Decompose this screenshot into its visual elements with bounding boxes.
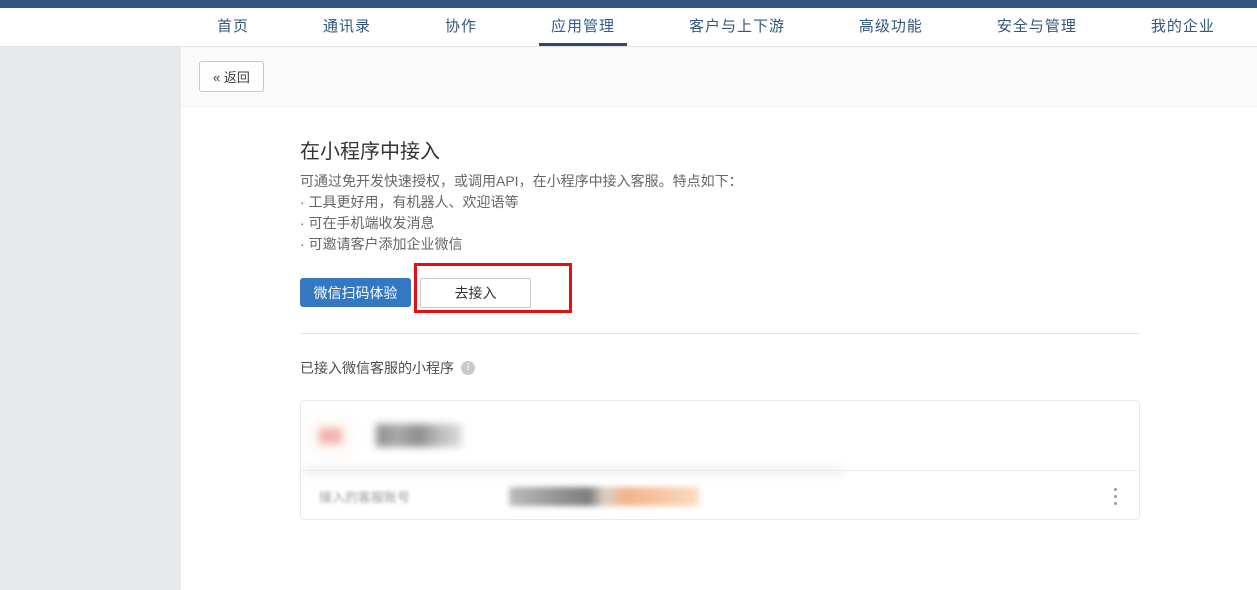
tab-collaboration[interactable]: 协作 (433, 8, 489, 46)
tab-label: 安全与管理 (997, 15, 1077, 36)
connected-account-row: 接入的客服账号 (301, 471, 1139, 520)
page-title: 在小程序中接入 (300, 139, 1140, 165)
back-button[interactable]: « 返回 (199, 61, 264, 92)
tab-my-enterprise[interactable]: 我的企业 (1139, 8, 1227, 46)
redacted-account-value (509, 487, 699, 506)
connected-miniprogram-card: 接入的客服账号 (300, 400, 1140, 520)
tab-label: 通讯录 (323, 15, 371, 36)
tab-contacts[interactable]: 通讯录 (311, 8, 383, 46)
tab-customers-supply-chain[interactable]: 客户与上下游 (677, 8, 797, 46)
go-connect-button[interactable]: 去接入 (420, 278, 531, 308)
connected-account-label: 接入的客服账号 (319, 487, 509, 506)
top-banner (0, 0, 1257, 8)
redacted-miniprogram-name (376, 424, 462, 447)
feature-bullet: · 工具更好用，有机器人、欢迎语等 (300, 192, 1140, 213)
main-content-area: « 返回 在小程序中接入 可通过免开发快速授权，或调用API，在小程序中接入客服… (181, 47, 1257, 590)
connected-section-header: 已接入微信客服的小程序 i (300, 358, 1140, 378)
tab-label: 应用管理 (551, 15, 615, 36)
page-description: 可通过免开发快速授权，或调用API，在小程序中接入客服。特点如下： (300, 171, 1140, 192)
info-icon[interactable]: i (461, 361, 475, 375)
tab-label: 高级功能 (859, 15, 923, 36)
page-body: 在小程序中接入 可通过免开发快速授权，或调用API，在小程序中接入客服。特点如下… (181, 139, 1257, 520)
tab-label: 客户与上下游 (689, 15, 785, 36)
tab-label: 我的企业 (1151, 15, 1215, 36)
tab-security-management[interactable]: 安全与管理 (985, 8, 1089, 46)
section-divider (300, 333, 1140, 334)
tab-advanced-features[interactable]: 高级功能 (847, 8, 935, 46)
feature-bullet-list: · 工具更好用，有机器人、欢迎语等 · 可在手机端收发消息 · 可邀请客户添加企… (300, 192, 1140, 255)
feature-bullet: · 可邀请客户添加企业微信 (300, 234, 1140, 255)
feature-bullet: · 可在手机端收发消息 (300, 213, 1140, 234)
wechat-scan-experience-button[interactable]: 微信扫码体验 (300, 278, 411, 307)
page-toolbar: « 返回 (181, 47, 1257, 107)
top-navigation: 首页 通讯录 协作 应用管理 客户与上下游 高级功能 安全与管理 我的企业 (0, 8, 1257, 47)
tab-label: 协作 (445, 15, 477, 36)
kebab-menu-icon[interactable] (1108, 484, 1123, 509)
left-sidebar-panel (0, 47, 181, 590)
blur-smear (303, 466, 843, 476)
tab-home[interactable]: 首页 (205, 8, 261, 46)
redacted-miniprogram-avatar (319, 428, 342, 444)
tab-app-management[interactable]: 应用管理 (539, 8, 627, 46)
tab-label: 首页 (217, 15, 249, 36)
miniprogram-summary-row (301, 401, 1139, 470)
connected-section-title: 已接入微信客服的小程序 (300, 358, 454, 378)
action-button-row: 微信扫码体验 去接入 (300, 263, 1140, 313)
